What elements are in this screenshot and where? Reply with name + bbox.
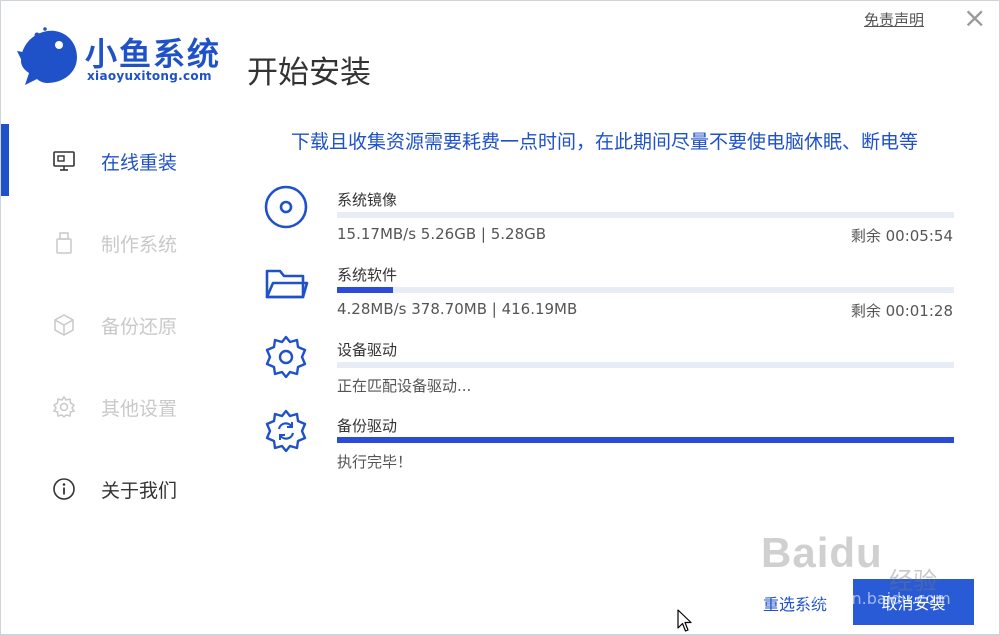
task-name: 系统软件 <box>337 266 398 284</box>
brand-url: xiaoyuxitong.com <box>87 69 212 83</box>
disc-icon <box>263 184 309 230</box>
sidebar-item-label: 备份还原 <box>101 315 178 338</box>
progress-bar <box>337 362 954 368</box>
sidebar-item-other-settings[interactable]: 其他设置 <box>51 392 177 422</box>
sidebar-item-online-reinstall[interactable]: 在线重装 <box>51 146 177 176</box>
task-info: 4.28MB/s 378.70MB | 416.19MB <box>337 300 578 318</box>
task-info: 正在匹配设备驱动... <box>337 377 472 395</box>
close-button[interactable]: × <box>963 3 986 33</box>
monitor-icon <box>51 148 77 174</box>
sidebar-item-make-system[interactable]: 制作系统 <box>51 228 177 258</box>
fish-logo-icon <box>15 23 81 91</box>
task-name: 系统镜像 <box>337 191 398 209</box>
disclaimer-link[interactable]: 免责声明 <box>864 9 924 30</box>
cube-icon <box>51 312 77 338</box>
gear-icon <box>51 394 77 420</box>
sidebar-item-backup-restore[interactable]: 备份还原 <box>51 310 177 340</box>
usb-icon <box>51 230 77 256</box>
task-name: 备份驱动 <box>337 417 398 435</box>
task-remaining: 剩余 00:05:54 <box>850 227 953 245</box>
gear-icon <box>263 334 309 380</box>
page-title: 开始安装 <box>247 55 371 91</box>
baidu-watermark: Baidu <box>761 529 883 576</box>
progress-bar <box>337 212 954 218</box>
sidebar-item-label: 关于我们 <box>101 479 178 502</box>
folder-icon <box>263 261 309 307</box>
task-name: 设备驱动 <box>337 341 398 359</box>
reselect-system-button[interactable]: 重选系统 <box>763 591 827 615</box>
mouse-cursor-icon <box>677 609 693 634</box>
progress-fill <box>337 437 954 443</box>
sidebar-item-label: 在线重装 <box>101 151 178 174</box>
installer-window: 小鱼系统 xiaoyuxitong.com 开始安装 免责声明 × 在线重装 制… <box>0 0 1000 635</box>
progress-bar <box>337 287 954 293</box>
progress-fill <box>337 287 393 293</box>
sidebar-item-about-us[interactable]: 关于我们 <box>51 474 177 504</box>
task-info: 15.17MB/s 5.26GB | 5.28GB <box>337 225 547 243</box>
install-notice: 下载且收集资源需要耗费一点时间，在此期间尽量不要使电脑休眠、断电等 <box>291 131 919 153</box>
task-remaining: 剩余 00:01:28 <box>850 302 953 320</box>
task-info: 执行完毕！ <box>337 453 413 471</box>
info-icon <box>51 476 77 502</box>
gear-refresh-icon <box>263 408 309 454</box>
progress-bar <box>337 437 954 443</box>
nav-active-indicator <box>1 124 9 196</box>
sidebar-item-label: 其他设置 <box>101 397 178 420</box>
cancel-install-button[interactable]: 取消安装 <box>853 579 974 625</box>
sidebar-item-label: 制作系统 <box>101 233 178 256</box>
